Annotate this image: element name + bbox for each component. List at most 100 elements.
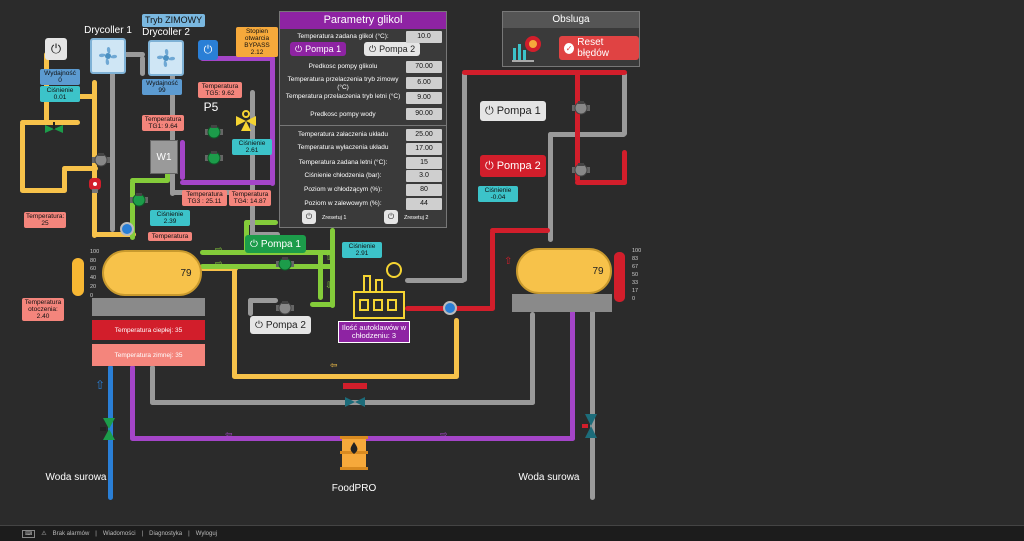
obsluga-title: Obsluga bbox=[552, 14, 590, 25]
pump-icon[interactable] bbox=[205, 150, 223, 165]
param-value[interactable]: 90.00 bbox=[406, 108, 442, 120]
pump-icon[interactable] bbox=[276, 300, 294, 315]
pipe bbox=[622, 150, 627, 185]
temp-tg4-tag: Temperatura TG4: 14.87 bbox=[229, 190, 271, 206]
panel-divider bbox=[280, 125, 446, 126]
pompa2-button-right[interactable]: ⏻ Pompa 2 bbox=[480, 155, 546, 177]
pipe bbox=[20, 188, 66, 193]
power-button-drycooler1[interactable]: ⏻ bbox=[45, 38, 67, 60]
tank-stand-left bbox=[92, 298, 205, 316]
arrow-left-icon: ⇦ bbox=[330, 360, 338, 370]
param-value[interactable]: 9.00 bbox=[406, 92, 442, 104]
separator: | bbox=[95, 530, 97, 537]
oil-barrel-icon bbox=[340, 434, 368, 472]
alarm-icon bbox=[88, 175, 102, 193]
pompa1-button-center[interactable]: ⏻ Pompa 1 bbox=[245, 235, 306, 253]
tank-right: 79 bbox=[516, 248, 612, 294]
level-scale-right: 100 83 67 50 33 17 0 bbox=[632, 248, 642, 302]
valve-icon[interactable] bbox=[345, 395, 365, 409]
temperatura-left-tag: Temperatura: 25 bbox=[24, 212, 66, 228]
arrow-right-icon: ⇨ bbox=[215, 258, 223, 268]
autoklawy-label: Ilość autoklawów w chłodzeniu: 3 bbox=[341, 323, 407, 340]
cisnienie-p5-tag: Ciśnienie 2.61 bbox=[232, 139, 272, 155]
diagnostyka-link[interactable]: Diagnostyka bbox=[149, 531, 182, 537]
keyboard-icon[interactable]: ⌨ bbox=[22, 529, 36, 538]
pipe bbox=[330, 228, 335, 308]
temp-tg3-tag: Temperatura TG3 : 25.11 bbox=[182, 190, 227, 206]
drycooler1-label: Drycoller 1 bbox=[84, 25, 132, 36]
w1-label: W1 bbox=[156, 152, 172, 163]
param-value[interactable]: 25.00 bbox=[406, 129, 442, 141]
temp-ciepla-label: Temperatura ciepłej: 35 bbox=[114, 326, 183, 334]
pump-icon[interactable] bbox=[130, 192, 148, 207]
param-value[interactable]: 80 bbox=[406, 184, 442, 196]
params-pompa1-button[interactable]: ⏻ Pompa 1 bbox=[290, 42, 347, 56]
pompa2-label: Pompa 2 bbox=[265, 319, 306, 331]
pompa2-button-center[interactable]: ⏻ Pompa 2 bbox=[250, 316, 311, 334]
pipe bbox=[575, 180, 627, 185]
pipe bbox=[462, 70, 627, 75]
param-label: Temperatura zadana letni (°C): bbox=[298, 159, 388, 166]
pump-icon[interactable] bbox=[92, 152, 110, 167]
param-value[interactable]: 44 bbox=[406, 198, 442, 210]
autoklawy-box: Ilość autoklawów w chłodzeniu: 3 bbox=[338, 321, 410, 343]
pipe bbox=[318, 250, 323, 300]
check-icon: ✓ bbox=[564, 42, 575, 54]
cisnienie1-tag: Ciśnienie 0.01 bbox=[40, 86, 80, 102]
pompa1-button-right[interactable]: ⏻ Pompa 1 bbox=[480, 101, 546, 121]
zresetuj2-button[interactable]: ⏻ bbox=[384, 210, 398, 224]
pump-icon[interactable] bbox=[205, 124, 223, 139]
mode-badge: Tryb ZIMOWY bbox=[142, 14, 206, 27]
power-icon: ⏻ bbox=[295, 43, 303, 54]
valve-icon[interactable] bbox=[100, 418, 116, 440]
valve-icon[interactable] bbox=[582, 414, 598, 438]
right-pompa1-label: Pompa 1 bbox=[496, 105, 541, 117]
params-title: Parametry glikol bbox=[280, 12, 446, 29]
zresetuj1-button[interactable]: ⏻ bbox=[302, 210, 316, 224]
param-value[interactable]: 6.00 bbox=[406, 77, 442, 89]
param-value[interactable]: 10.0 bbox=[406, 31, 442, 43]
params-pompa1-label: Pompa 1 bbox=[305, 44, 342, 54]
temp-tg1-tag: Temperatura TG1: 9.64 bbox=[142, 115, 184, 131]
p5-label: P5 bbox=[203, 100, 219, 114]
param-value[interactable]: 15 bbox=[406, 157, 442, 169]
level-bar-left bbox=[72, 258, 84, 296]
brak-alarmow-link[interactable]: Brak alarmów bbox=[53, 531, 90, 537]
pump-icon[interactable] bbox=[572, 100, 590, 115]
arrow-up-icon: ⇧ bbox=[325, 252, 333, 262]
temp-zimnej-label: Temperatura zimnej: 35 bbox=[114, 351, 183, 359]
pipe bbox=[548, 132, 626, 137]
param-value[interactable]: 17.00 bbox=[406, 143, 442, 155]
zresetuj1-label: Zresetuj 1 bbox=[322, 215, 347, 221]
three-way-valve-icon[interactable] bbox=[234, 110, 258, 132]
pipe bbox=[110, 52, 115, 232]
flow-sensor-icon bbox=[120, 222, 134, 236]
param-value[interactable]: 3.0 bbox=[406, 170, 442, 182]
valve-icon[interactable] bbox=[45, 122, 63, 136]
wydajnosc2-tag: Wydajność 99 bbox=[142, 79, 182, 95]
pipe bbox=[590, 300, 595, 500]
pump-icon[interactable] bbox=[572, 162, 590, 177]
param-label: Temperatura zadana glikol (°C): bbox=[297, 33, 389, 40]
param-value[interactable]: 70.00 bbox=[406, 61, 442, 73]
pipe bbox=[490, 230, 495, 310]
pipe bbox=[232, 268, 237, 378]
wiadomosci-link[interactable]: Wiadomości bbox=[103, 531, 136, 537]
params-pompa2-button[interactable]: ⏻ Pompa 2 bbox=[364, 42, 421, 56]
factory-icon bbox=[350, 262, 406, 320]
foodpro-label: FoodPRO bbox=[331, 483, 377, 494]
power-icon: ⏻ bbox=[485, 159, 494, 172]
maintenance-icon[interactable] bbox=[511, 32, 543, 62]
pump-icon[interactable] bbox=[276, 256, 294, 271]
pipe bbox=[232, 374, 458, 379]
w1-box: W1 bbox=[150, 140, 178, 174]
wyloguj-link[interactable]: Wyloguj bbox=[196, 531, 217, 537]
power-icon: ⏻ bbox=[250, 238, 258, 250]
power-button-drycooler2[interactable]: ⏻ bbox=[198, 40, 218, 60]
obsluga-header: Obsluga bbox=[503, 12, 639, 28]
reset-errors-button[interactable]: ✓ Reset błędów bbox=[559, 36, 639, 60]
tank-stand-right bbox=[512, 294, 612, 312]
reset-errors-label: Reset błędów bbox=[577, 37, 609, 59]
wydajnosc1-tag: Wydajność 0 bbox=[40, 69, 80, 85]
power-icon: ⏻ bbox=[369, 43, 377, 54]
